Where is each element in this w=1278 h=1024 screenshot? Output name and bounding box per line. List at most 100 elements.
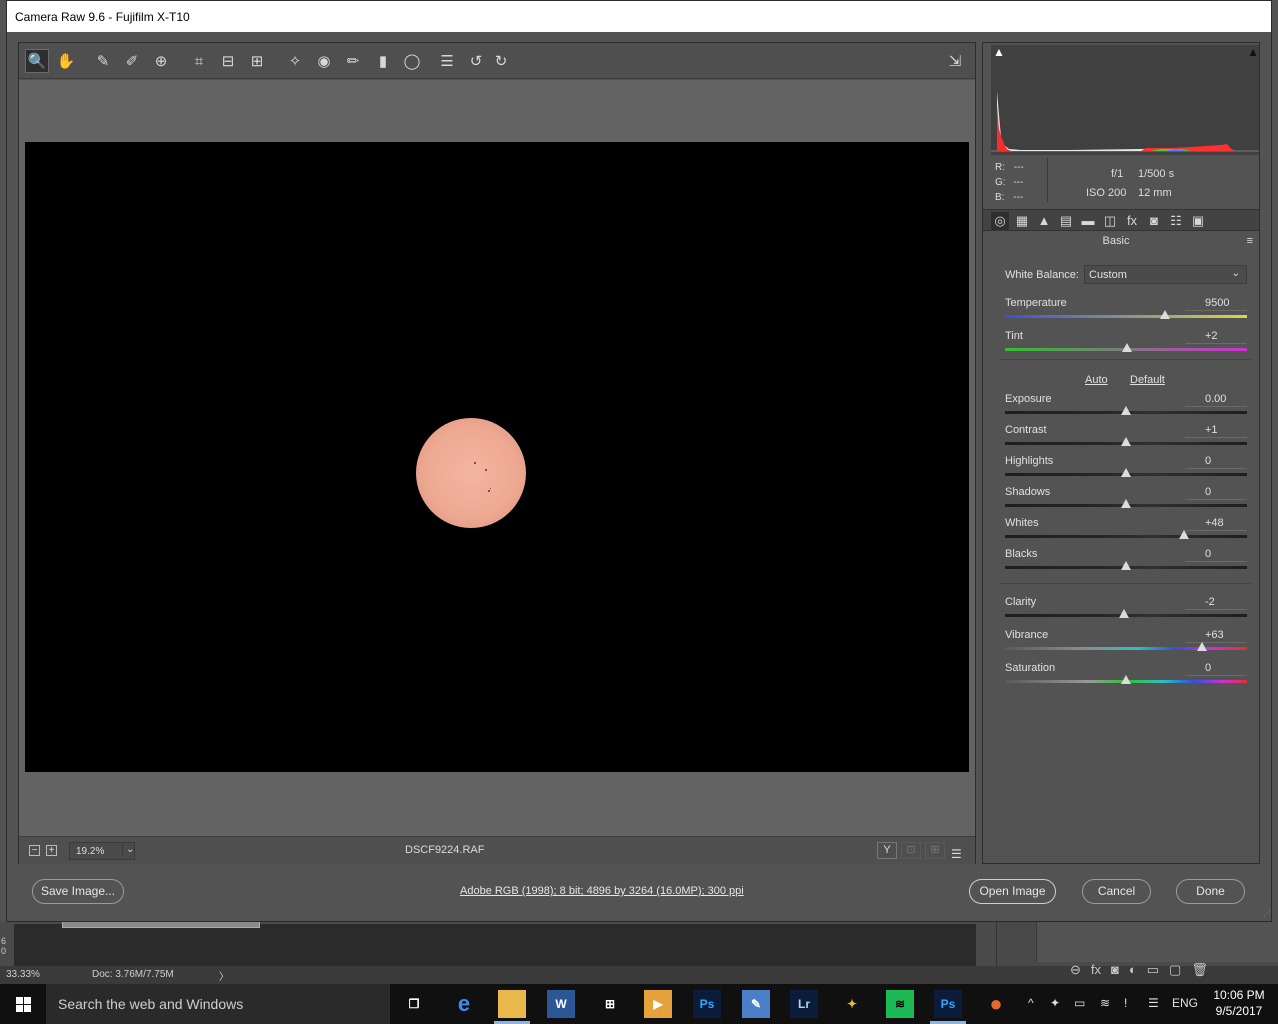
auto-link[interactable]: Auto [1085, 374, 1108, 386]
rotate-ccw-icon[interactable]: ↺ [464, 49, 488, 73]
action-center-icon[interactable]: ☰ [1148, 996, 1159, 1010]
graduated-filter-icon[interactable]: ▮ [371, 49, 395, 73]
tone-curve-tab-icon[interactable]: ▦ [1013, 212, 1031, 230]
lightroom-icon[interactable]: Lr [790, 990, 818, 1018]
exposure-slider-thumb[interactable] [1121, 406, 1131, 415]
adjustment-brush-icon[interactable]: ✏ [341, 49, 365, 73]
effects-tab-icon[interactable]: fx [1123, 212, 1141, 230]
photoshop-icon[interactable]: Ps [693, 990, 721, 1018]
photoshop-active-icon[interactable]: Ps [934, 990, 962, 1018]
presets-tab-icon[interactable]: ☷ [1167, 212, 1185, 230]
snapshots-tab-icon[interactable]: ▣ [1189, 212, 1207, 230]
alert-icon[interactable]: ! [1124, 996, 1127, 1010]
blacks-value-field[interactable]: 0 [1185, 548, 1247, 562]
new-layer-icon[interactable]: ▢ [1169, 962, 1181, 978]
detail-tab-icon[interactable]: ▲ [1035, 212, 1053, 230]
whites-value-field[interactable]: +48 [1185, 517, 1247, 531]
chevron-down-icon[interactable]: ⌄ [122, 844, 134, 855]
photos-icon[interactable]: ✦ [838, 990, 866, 1018]
saturation-value-field[interactable]: 0 [1185, 662, 1247, 676]
taskbar-search[interactable]: Search the web and Windows [46, 984, 390, 1024]
whites-slider-track[interactable] [1005, 535, 1247, 538]
shadows-slider-thumb[interactable] [1121, 499, 1131, 508]
temperature-slider-track[interactable] [1005, 315, 1247, 318]
raw-image-preview[interactable] [25, 142, 969, 772]
preview-canvas[interactable] [19, 80, 975, 836]
photoshop-zoom-level[interactable]: 33.33% [6, 969, 40, 980]
radial-filter-icon[interactable]: ◯ [400, 49, 424, 73]
status-menu-arrow-icon[interactable]: 〉 [219, 968, 229, 983]
layer-style-icon[interactable]: fx [1091, 962, 1101, 978]
highlights-value-field[interactable]: 0 [1185, 455, 1247, 469]
transform-tool-icon[interactable]: ⊞ [245, 49, 269, 73]
basic-tab-icon[interactable]: ◎ [991, 212, 1009, 230]
vibrance-value-field[interactable]: +63 [1185, 629, 1247, 643]
temperature-slider-thumb[interactable] [1159, 310, 1170, 319]
store-icon[interactable]: ⊞ [596, 990, 624, 1018]
blacks-slider-thumb[interactable] [1121, 561, 1131, 570]
whites-slider-thumb[interactable] [1179, 530, 1190, 539]
saturation-slider-thumb[interactable] [1121, 675, 1131, 684]
layer-mask-icon[interactable]: ◙ [1111, 962, 1119, 978]
save-image-button[interactable]: Save Image... [32, 879, 124, 904]
white-balance-tool-icon[interactable]: ✎ [91, 49, 115, 73]
white-balance-select[interactable]: Custom ⌄ [1084, 265, 1247, 284]
split-toning-tab-icon[interactable]: ▬ [1079, 212, 1097, 230]
workflow-options-link[interactable]: Adobe RGB (1998); 8 bit; 4896 by 3264 (1… [460, 885, 744, 897]
panel-menu-icon[interactable]: ≡ [1247, 235, 1253, 247]
default-link[interactable]: Default [1130, 374, 1165, 386]
link-layers-icon[interactable]: ⊖ [1070, 962, 1081, 978]
vibrance-slider-thumb[interactable] [1197, 642, 1208, 651]
red-eye-removal-icon[interactable]: ◉ [312, 49, 336, 73]
highlights-slider-thumb[interactable] [1121, 468, 1131, 477]
cancel-button[interactable]: Cancel [1082, 879, 1151, 904]
rotate-cw-icon[interactable]: ↻ [489, 49, 513, 73]
tint-value-field[interactable]: +2 [1185, 330, 1247, 344]
edge-icon[interactable]: e [450, 990, 478, 1018]
vibrance-slider-track[interactable] [1005, 647, 1247, 650]
open-image-button[interactable]: Open Image [969, 879, 1056, 904]
fullscreen-toggle-icon[interactable]: ⇲ [943, 49, 967, 73]
adjustment-layer-icon[interactable]: ◐ [1129, 962, 1137, 978]
dropbox-icon[interactable]: ✦ [1050, 996, 1060, 1010]
done-button[interactable]: Done [1176, 879, 1245, 904]
crop-tool-icon[interactable]: ⌗ [187, 49, 211, 73]
contrast-slider-thumb[interactable] [1121, 437, 1132, 446]
hand-tool-icon[interactable]: ✋ [54, 49, 78, 73]
exposure-value-field[interactable]: 0.00 [1185, 393, 1247, 407]
show-hidden-icons-icon[interactable]: ^ [1028, 996, 1034, 1010]
straighten-tool-icon[interactable]: ⊟ [216, 49, 240, 73]
file-explorer-icon[interactable]: ▬ [498, 990, 526, 1018]
clarity-value-field[interactable]: -2 [1185, 596, 1247, 610]
zoom-level-select[interactable]: 19.2% ⌄ [69, 842, 135, 860]
resize-grip-icon[interactable]: ⋰ [1263, 909, 1271, 918]
start-button[interactable] [0, 984, 46, 1024]
temperature-value-field[interactable]: 9500 [1185, 297, 1247, 311]
zoom-in-button[interactable]: + [46, 845, 57, 856]
highlight-clipping-icon[interactable]: ▲ [1247, 45, 1259, 59]
targeted-adjustment-tool-icon[interactable]: ⊕ [149, 49, 173, 73]
swap-settings-button[interactable]: ⊡ [901, 842, 921, 859]
zoom-tool-icon[interactable]: 🔍 [25, 49, 49, 73]
shadow-clipping-icon[interactable]: ▲ [993, 45, 1005, 59]
task-view-icon[interactable]: ❐ [400, 990, 428, 1018]
contrast-value-field[interactable]: +1 [1185, 424, 1247, 438]
group-folder-icon[interactable]: ▭ [1147, 962, 1159, 978]
zoom-out-button[interactable]: − [29, 845, 40, 856]
camera-calibration-tab-icon[interactable]: ◙ [1145, 212, 1163, 230]
copy-settings-button[interactable]: ⊞ [925, 842, 945, 859]
battery-icon[interactable]: ▭ [1074, 996, 1085, 1010]
toggle-settings-icon[interactable]: ☰ [951, 847, 967, 861]
delete-layer-icon[interactable]: 🗑 [1191, 962, 1208, 978]
shadows-value-field[interactable]: 0 [1185, 486, 1247, 500]
color-sampler-tool-icon[interactable]: ✐ [120, 49, 144, 73]
clarity-slider-thumb[interactable] [1118, 609, 1129, 618]
language-indicator[interactable]: ENG [1172, 996, 1198, 1010]
firefox-icon[interactable]: ● [982, 990, 1010, 1018]
tint-slider-thumb[interactable] [1122, 343, 1133, 352]
clock[interactable]: 10:06 PM 9/5/2017 [1206, 987, 1272, 1019]
hsl-tab-icon[interactable]: ▤ [1057, 212, 1075, 230]
before-after-view-button[interactable]: Y [877, 842, 897, 859]
spotify-icon[interactable]: ≋ [886, 990, 914, 1018]
wifi-icon[interactable]: ≋ [1100, 996, 1110, 1010]
